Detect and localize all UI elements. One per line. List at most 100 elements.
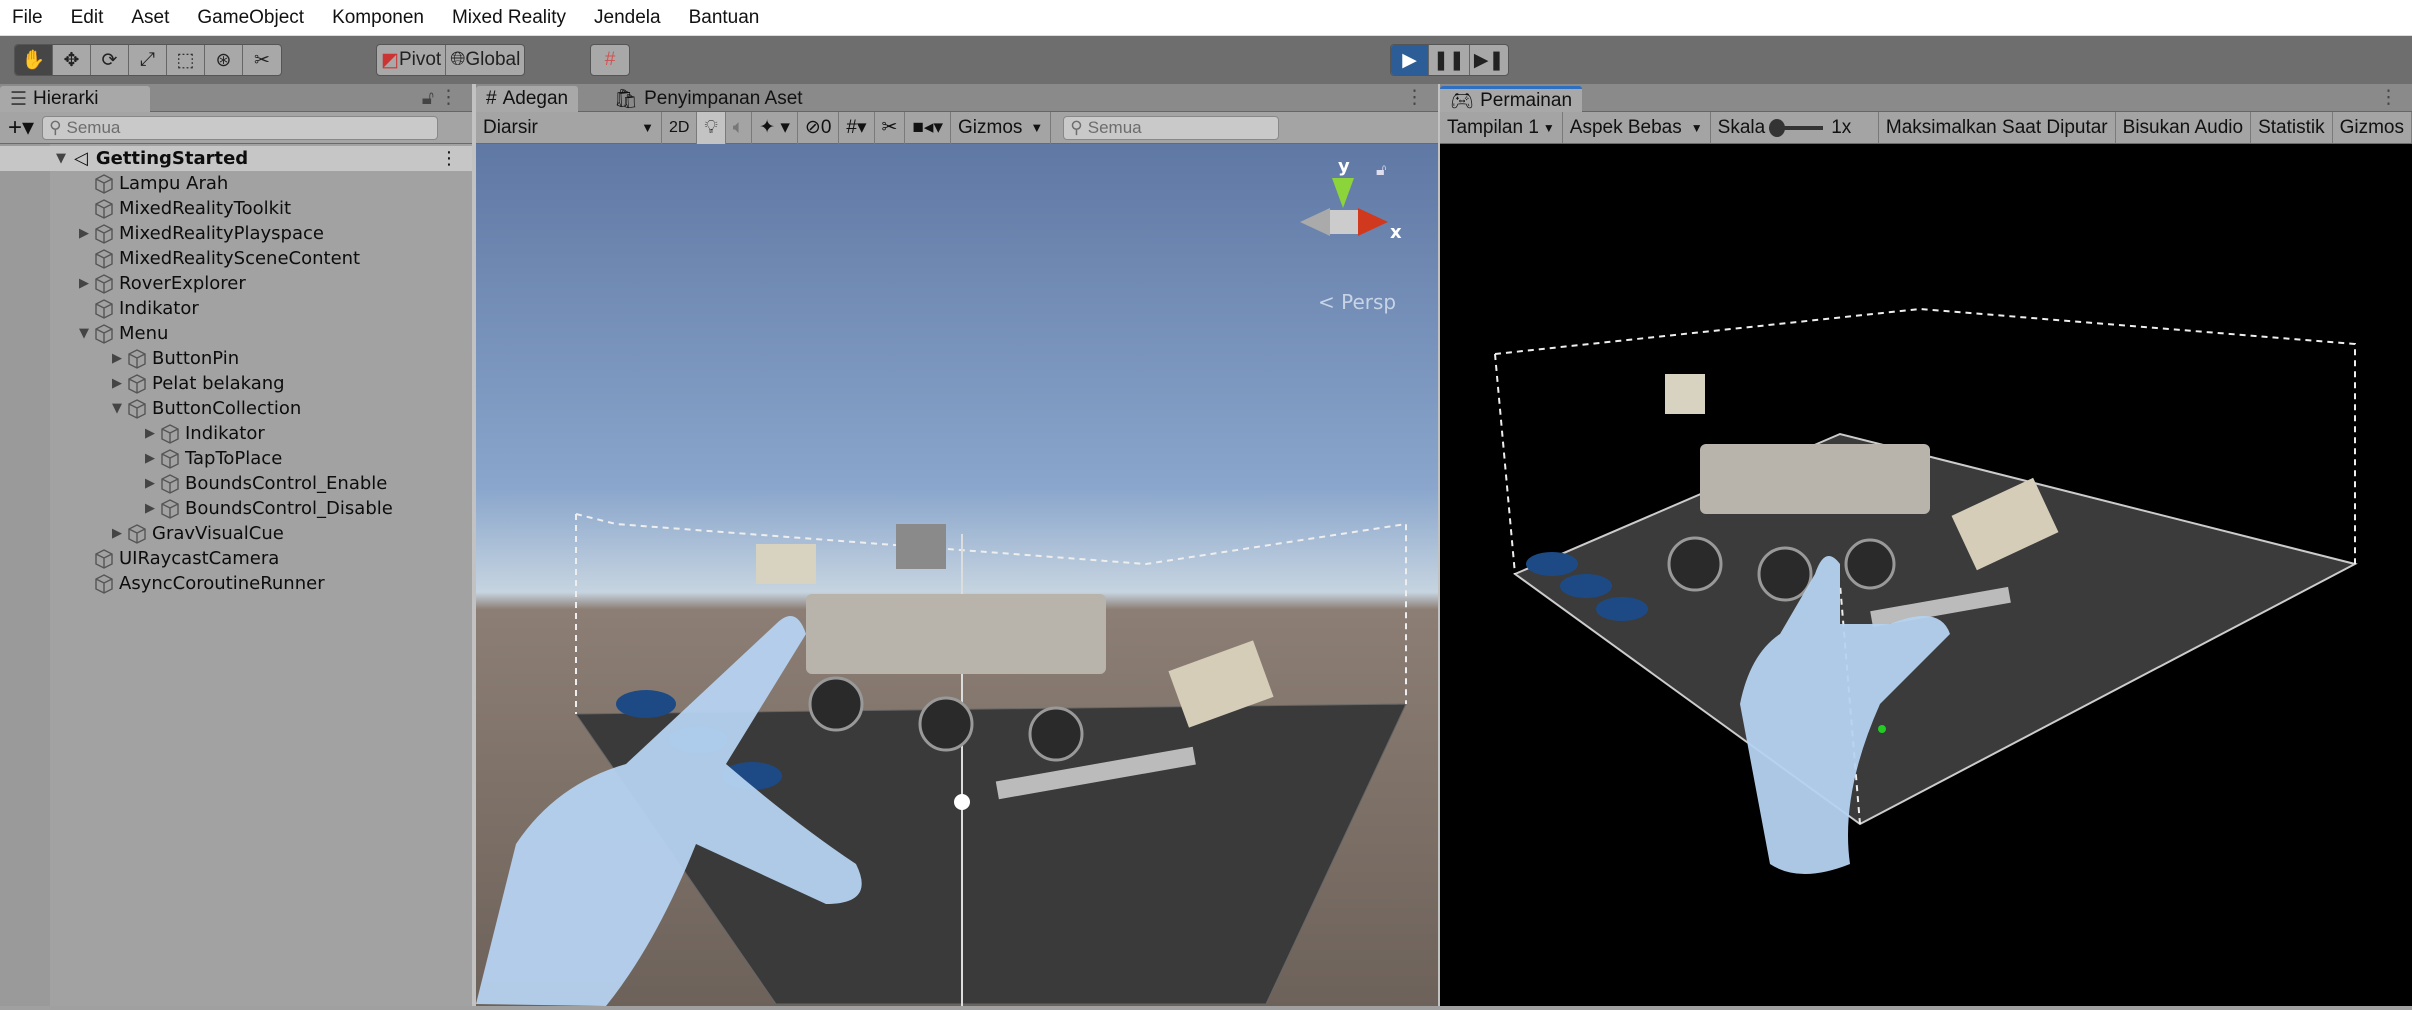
scene-search-input[interactable]: ⚲ Semua (1063, 115, 1280, 140)
add-icon[interactable]: +▾ (8, 113, 34, 142)
hierarchy-search-input[interactable]: ⚲ Semua (42, 115, 439, 140)
menu-item-bantuan[interactable]: Bantuan (689, 7, 760, 29)
menu-item-gameobject[interactable]: GameObject (197, 7, 304, 29)
tab-hierarchy[interactable]: ☰ Hierarki (0, 86, 150, 112)
expand-arrow-icon[interactable]: ▶ (108, 351, 126, 366)
pause-button[interactable]: ❚❚ (1429, 45, 1470, 75)
menu-item-komponen[interactable]: Komponen (332, 7, 424, 29)
lock-icon[interactable]: 🔓︎ (422, 87, 434, 109)
hierarchy-toolbar: +▾ ⚲ Semua (0, 112, 472, 144)
hand-tool-icon[interactable]: ✋ (15, 45, 53, 75)
menu-item-jendela[interactable]: Jendela (594, 7, 661, 29)
scale-tool-icon[interactable]: ⤢ (129, 45, 167, 75)
hierarchy-item[interactable]: ▶ BoundsControl_Disable (0, 496, 472, 521)
grid-dropdown-icon[interactable]: #▾ (839, 111, 875, 144)
maximize-label: Maksimalkan Saat Diputar (1885, 116, 2108, 138)
hierarchy-item[interactable]: MixedRealityToolkit (0, 196, 472, 221)
hierarchy-item[interactable]: ▼ Menu (0, 321, 472, 346)
game-view[interactable] (1440, 144, 2412, 1006)
hierarchy-item[interactable]: ▶ Pelat belakang (0, 371, 472, 396)
more-options-icon[interactable]: ⋮ (440, 148, 458, 169)
menu-item-file[interactable]: File (12, 7, 43, 29)
tools-icon[interactable]: ✂ (875, 111, 906, 144)
lock-icon[interactable]: 🔓︎ (1376, 160, 1386, 180)
persp-toggle[interactable]: < Persp (1318, 290, 1396, 314)
hierarchy-item[interactable]: ▶ MixedRealityPlayspace (0, 221, 472, 246)
more-options-icon[interactable]: ⋮ (439, 86, 458, 108)
menu-item-mixed-reality[interactable]: Mixed Reality (452, 7, 566, 29)
hierarchy-item[interactable]: UIRaycastCamera (0, 546, 472, 571)
game-gizmos-toggle[interactable]: Gizmos (2333, 112, 2412, 143)
step-button[interactable]: ▶❚ (1470, 45, 1509, 75)
tab-game[interactable]: 🎮︎ Permainan (1440, 86, 1583, 112)
hierarchy-item[interactable]: ▶ GravVisualCue (0, 521, 472, 546)
scale-track[interactable] (1769, 118, 1824, 137)
expand-arrow-icon[interactable]: ▶ (141, 476, 159, 491)
rect-tool-icon[interactable]: ⬚ (167, 45, 205, 75)
play-button[interactable]: ▶ (1391, 45, 1429, 75)
custom-tool-icon[interactable]: ✂ (243, 45, 281, 75)
hierarchy-item-label: ButtonCollection (152, 398, 302, 419)
tab-label: Permainan (1480, 89, 1573, 111)
aspect-dropdown[interactable]: Aspek Bebas ▼ (1563, 112, 1711, 143)
transform-tool-icon[interactable]: ⊛ (205, 45, 243, 75)
scene-root-row[interactable]: ▼ ◁ GettingStarted ⋮ (0, 146, 472, 171)
hierarchy-item[interactable]: Lampu Arah (0, 171, 472, 196)
more-options-icon[interactable]: ⋮ (2379, 86, 2398, 108)
expand-arrow-icon[interactable]: ▼ (52, 151, 70, 166)
gameobject-cube-icon (161, 423, 179, 444)
hierarchy-item[interactable]: AsyncCoroutineRunner (0, 571, 472, 596)
display-dropdown[interactable]: Tampilan 1 ▼ (1440, 112, 1563, 143)
global-button[interactable]: 🌐︎ Global (446, 45, 524, 75)
scene-view[interactable]: y x 🔓︎ < Persp (476, 144, 1438, 1006)
more-options-icon[interactable]: ⋮ (1405, 86, 1424, 108)
stats-toggle[interactable]: Statistik (2251, 112, 2333, 143)
expand-arrow-icon[interactable]: ▶ (108, 376, 126, 391)
hierarchy-item[interactable]: ▶ RoverExplorer (0, 271, 472, 296)
shading-dropdown[interactable]: Diarsir ▼ (476, 111, 662, 144)
pivot-button[interactable]: ◩ Pivot (377, 45, 447, 75)
expand-arrow-icon[interactable]: ▶ (75, 276, 93, 291)
lighting-toggle-icon[interactable]: 💡︎ (697, 111, 726, 144)
menu-item-edit[interactable]: Edit (71, 7, 104, 29)
2d-toggle[interactable]: 2D (662, 111, 698, 144)
move-tool-icon[interactable]: ✥ (53, 45, 91, 75)
hierarchy-item[interactable]: Indikator (0, 296, 472, 321)
tab-asset-store[interactable]: 🛍︎ Penyimpanan Aset (604, 86, 813, 112)
list-icon: ☰ (10, 88, 28, 110)
mute-audio-toggle[interactable]: Bisukan Audio (2116, 112, 2252, 143)
rotate-tool-icon[interactable]: ⟳ (91, 45, 129, 75)
hierarchy-item[interactable]: ▼ ButtonCollection (0, 396, 472, 421)
grid-snap-icon[interactable]: # (591, 45, 629, 75)
tab-label: Penyimpanan Aset (644, 88, 803, 109)
expand-arrow-icon[interactable]: ▼ (108, 401, 126, 416)
effects-dropdown-icon[interactable]: ✦ ▾ (752, 111, 798, 144)
maximize-on-play-toggle[interactable]: Maksimalkan Saat Diputar (1879, 112, 2116, 143)
hierarchy-item[interactable]: ▶ TapToPlace (0, 446, 472, 471)
audio-toggle-icon[interactable]: 🔈︎ (726, 111, 753, 144)
gizmos-dropdown[interactable]: Gizmos ▼ (951, 111, 1052, 144)
hierarchy-item-label: ButtonPin (152, 348, 240, 369)
expand-arrow-icon[interactable]: ▶ (141, 426, 159, 441)
expand-arrow-icon[interactable]: ▶ (108, 526, 126, 541)
gizmos-label: Gizmos (2339, 116, 2404, 138)
hierarchy-item[interactable]: ▶ ButtonPin (0, 346, 472, 371)
expand-arrow-icon[interactable]: ▶ (75, 226, 93, 241)
menu-item-aset[interactable]: Aset (131, 7, 169, 29)
expand-arrow-icon[interactable]: ▶ (141, 501, 159, 516)
hierarchy-item[interactable]: MixedRealitySceneContent (0, 246, 472, 271)
hidden-objects-toggle[interactable]: ⊘ 0 (798, 111, 840, 144)
x-axis-cone (1358, 208, 1388, 236)
scale-slider[interactable]: Skala 1x (1711, 112, 1879, 143)
play-controls: ▶ ❚❚ ▶❚ (1390, 44, 1510, 76)
hierarchy-item-label: AsyncCoroutineRunner (119, 573, 325, 594)
hierarchy-item[interactable]: ▶ Indikator (0, 421, 472, 446)
gameobject-cube-icon (128, 398, 146, 419)
camera-dropdown-icon[interactable]: ■◂▾ (905, 111, 952, 144)
scale-thumb[interactable] (1769, 118, 1786, 137)
expand-arrow-icon[interactable]: ▼ (75, 326, 93, 341)
hierarchy-item-label: GravVisualCue (152, 523, 284, 544)
expand-arrow-icon[interactable]: ▶ (141, 451, 159, 466)
hierarchy-item[interactable]: ▶ BoundsControl_Enable (0, 471, 472, 496)
tab-scene[interactable]: # Adegan (476, 86, 579, 112)
